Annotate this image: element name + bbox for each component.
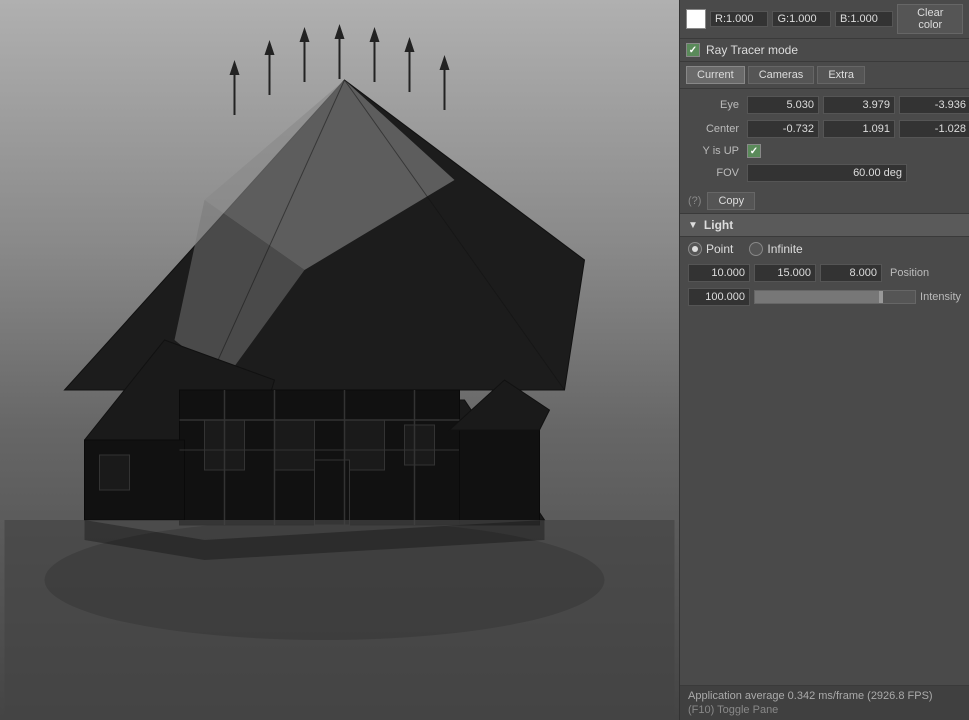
point-label: Point bbox=[706, 242, 733, 256]
light-z-input[interactable] bbox=[820, 264, 882, 282]
point-radio[interactable] bbox=[688, 242, 702, 256]
center-z-input[interactable] bbox=[899, 120, 969, 138]
intensity-input[interactable] bbox=[688, 288, 750, 306]
triangle-down-icon: ▼ bbox=[688, 220, 698, 231]
eye-label: Eye bbox=[688, 99, 743, 111]
y-is-up-checkbox[interactable] bbox=[747, 144, 761, 158]
infinite-radio[interactable] bbox=[749, 242, 763, 256]
center-x-input[interactable] bbox=[747, 120, 819, 138]
toggle-pane-text: (F10) Toggle Pane bbox=[688, 704, 961, 716]
copy-row: (?) Copy bbox=[680, 189, 969, 213]
intensity-slider-thumb bbox=[879, 291, 883, 303]
tab-bar: Current Cameras Extra bbox=[680, 62, 969, 89]
fov-label: FOV bbox=[688, 167, 743, 179]
infinite-label: Infinite bbox=[767, 242, 802, 256]
y-is-up-row: Y is UP bbox=[680, 141, 969, 161]
intensity-label: Intensity bbox=[920, 291, 961, 303]
tab-extra[interactable]: Extra bbox=[817, 66, 865, 84]
copy-button[interactable]: Copy bbox=[707, 192, 755, 210]
performance-text: Application average 0.342 ms/frame (2926… bbox=[688, 690, 961, 702]
intensity-slider[interactable] bbox=[754, 290, 916, 304]
intensity-slider-fill bbox=[755, 291, 883, 303]
eye-y-input[interactable] bbox=[823, 96, 895, 114]
center-y-input[interactable] bbox=[823, 120, 895, 138]
b-value: B:1.000 bbox=[835, 11, 893, 27]
infinite-radio-option[interactable]: Infinite bbox=[749, 242, 802, 256]
settings-area: Eye Center Y is UP FOV bbox=[680, 89, 969, 189]
right-panel: R:1.000 G:1.000 B:1.000 Clear color Ray … bbox=[679, 0, 969, 720]
tab-current[interactable]: Current bbox=[686, 66, 745, 84]
3d-viewport[interactable] bbox=[0, 0, 679, 720]
status-bar: Application average 0.342 ms/frame (2926… bbox=[680, 685, 969, 720]
light-label: Light bbox=[704, 218, 733, 232]
center-label: Center bbox=[688, 123, 743, 135]
light-x-input[interactable] bbox=[688, 264, 750, 282]
color-swatch[interactable] bbox=[686, 9, 706, 29]
r-value: R:1.000 bbox=[710, 11, 768, 27]
position-label: Position bbox=[890, 267, 929, 279]
g-value: G:1.000 bbox=[772, 11, 830, 27]
ray-tracer-label: Ray Tracer mode bbox=[706, 43, 798, 57]
eye-row: Eye bbox=[680, 93, 969, 117]
light-type-row: Point Infinite bbox=[680, 237, 969, 261]
light-intensity-row: Intensity bbox=[680, 285, 969, 309]
fov-input[interactable] bbox=[747, 164, 907, 182]
ray-tracer-checkbox[interactable] bbox=[686, 43, 700, 57]
eye-z-input[interactable] bbox=[899, 96, 969, 114]
y-is-up-label: Y is UP bbox=[688, 145, 743, 157]
center-row: Center bbox=[680, 117, 969, 141]
light-position-row: Position bbox=[680, 261, 969, 285]
light-section-header[interactable]: ▼ Light bbox=[680, 213, 969, 237]
eye-x-input[interactable] bbox=[747, 96, 819, 114]
help-badge: (?) bbox=[688, 195, 701, 207]
clear-color-button[interactable]: Clear color bbox=[897, 4, 963, 34]
fov-row: FOV bbox=[680, 161, 969, 185]
ray-tracer-row: Ray Tracer mode bbox=[680, 39, 969, 62]
light-y-input[interactable] bbox=[754, 264, 816, 282]
color-row: R:1.000 G:1.000 B:1.000 Clear color bbox=[680, 0, 969, 39]
tab-cameras[interactable]: Cameras bbox=[748, 66, 815, 84]
point-radio-option[interactable]: Point bbox=[688, 242, 733, 256]
